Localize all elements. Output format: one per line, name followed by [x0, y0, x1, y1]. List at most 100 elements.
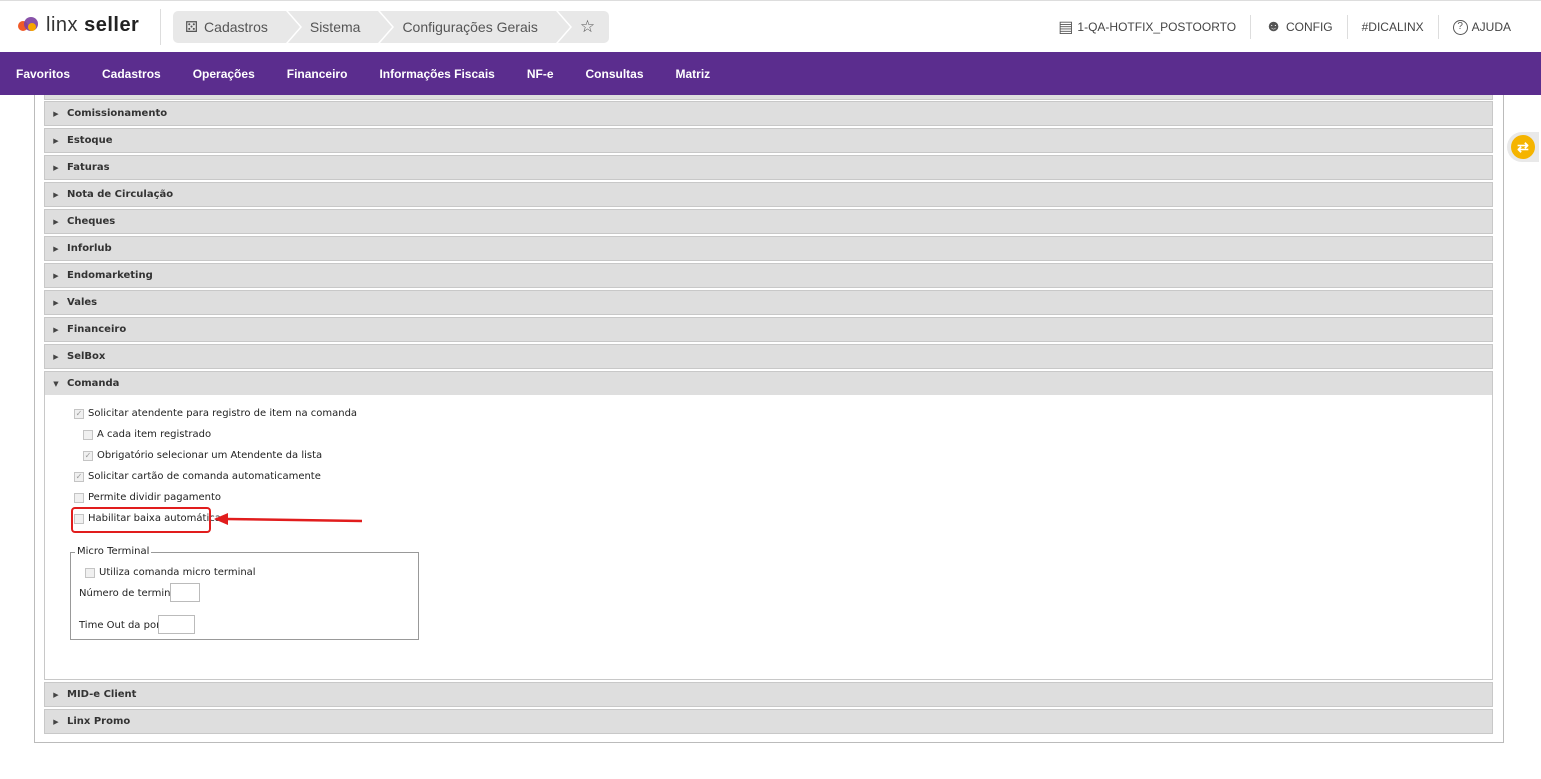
- expand-icon: ▶: [53, 244, 59, 253]
- section-title: SelBox: [67, 351, 106, 362]
- section-comissionamento[interactable]: ▶ Comissionamento: [44, 101, 1493, 126]
- micro-terminal-group: Micro Terminal Utiliza comanda micro ter…: [70, 546, 419, 640]
- brand-name: linx seller: [46, 14, 140, 36]
- help-button[interactable]: ? AJUDA: [1439, 15, 1525, 39]
- expand-icon: ▶: [53, 163, 59, 172]
- section-faturas[interactable]: ▶ Faturas: [44, 155, 1493, 180]
- section-mid-e-client[interactable]: ▶ MID-e Client: [44, 682, 1493, 707]
- section-title: Nota de Circulação: [67, 189, 174, 200]
- annotation-arrow-icon: [214, 513, 363, 525]
- option-label: A cada item registrado: [97, 429, 212, 440]
- section-title: Cheques: [67, 216, 116, 227]
- timeout-label: Time Out da porta: [79, 620, 171, 631]
- option-dividir-pagamento[interactable]: Permite dividir pagamento: [74, 492, 221, 503]
- section-nota-circulacao[interactable]: ▶ Nota de Circulação: [44, 182, 1493, 207]
- config-button[interactable]: ☻ CONFIG: [1251, 15, 1347, 39]
- breadcrumb-label: Cadastros: [204, 19, 268, 35]
- section-comanda[interactable]: ▼ Comanda: [44, 371, 1493, 396]
- expand-icon: ▶: [53, 271, 59, 280]
- option-label: Permite dividir pagamento: [88, 492, 221, 503]
- option-obrigatorio-atendente[interactable]: ✓ Obrigatório selecionar um Atendente da …: [83, 450, 322, 461]
- main-nav: Favoritos Cadastros Operações Financeiro…: [0, 52, 1541, 95]
- checkbox-checked[interactable]: ✓: [74, 471, 84, 482]
- top-bar: linx seller ⚄ Cadastros Sistema Configur…: [0, 0, 1541, 52]
- breadcrumb-label: Sistema: [309, 19, 361, 35]
- nav-cadastros[interactable]: Cadastros: [86, 67, 177, 81]
- terminals-input[interactable]: [170, 583, 200, 602]
- collapse-icon: ▼: [53, 379, 59, 388]
- section-inforlub[interactable]: ▶ Inforlub: [44, 236, 1493, 261]
- section-title: Faturas: [67, 162, 110, 173]
- checkbox-checked[interactable]: ✓: [74, 408, 84, 419]
- sync-button[interactable]: ⇄: [1507, 132, 1539, 162]
- nav-consultas[interactable]: Consultas: [570, 67, 660, 81]
- breadcrumb-configuracoes-gerais[interactable]: Configurações Gerais: [380, 11, 572, 43]
- store-icon: ▤: [1058, 19, 1074, 36]
- divider: [160, 9, 161, 45]
- top-right-menu: ▤ 1-QA-HOTFIX_POSTOORTO ☻ CONFIG #DICALI…: [1044, 15, 1525, 39]
- expand-icon: ▶: [53, 352, 59, 361]
- expand-icon: ▶: [53, 190, 59, 199]
- group-legend: Micro Terminal: [75, 546, 152, 557]
- expand-icon: ▶: [53, 298, 59, 307]
- nav-operacoes[interactable]: Operações: [177, 67, 271, 81]
- section-title: Estoque: [67, 135, 113, 146]
- section-title: Inforlub: [67, 243, 112, 254]
- breadcrumb-cadastros[interactable]: ⚄ Cadastros: [173, 11, 302, 43]
- breadcrumb-label: Configurações Gerais: [402, 19, 538, 35]
- terminals-label: Número de terminais: [79, 588, 185, 599]
- section-endomarketing[interactable]: ▶ Endomarketing: [44, 263, 1493, 288]
- comanda-body: ✓ Solicitar atendente para registro de it…: [44, 395, 1493, 680]
- section-financeiro[interactable]: ▶ Financeiro: [44, 317, 1493, 342]
- nav-matriz[interactable]: Matriz: [660, 67, 727, 81]
- expand-icon: ▶: [53, 325, 59, 334]
- option-utiliza-micro-terminal[interactable]: Utiliza comanda micro terminal: [85, 567, 256, 578]
- nav-financeiro[interactable]: Financeiro: [271, 67, 364, 81]
- expand-icon: ▶: [53, 717, 59, 726]
- dicalinx-label: #DICALINX: [1361, 20, 1424, 34]
- section-title: Financeiro: [67, 324, 127, 335]
- section-title: Endomarketing: [67, 270, 153, 281]
- section-title: Linx Promo: [67, 716, 131, 727]
- brand-logo[interactable]: linx seller: [18, 14, 139, 37]
- section-estoque[interactable]: ▶ Estoque: [44, 128, 1493, 153]
- user-icon: ☻: [1265, 18, 1282, 35]
- linx-logo-icon: [18, 16, 40, 35]
- section-title: Comanda: [67, 378, 120, 389]
- option-label: Solicitar atendente para registro de ite…: [88, 408, 358, 419]
- help-label: AJUDA: [1471, 20, 1511, 34]
- checkbox[interactable]: [83, 429, 93, 440]
- store-selector[interactable]: ▤ 1-QA-HOTFIX_POSTOORTO: [1044, 15, 1250, 39]
- store-label: 1-QA-HOTFIX_POSTOORTO: [1077, 20, 1237, 34]
- checkbox[interactable]: [85, 567, 95, 578]
- nav-nfe[interactable]: NF-e: [511, 67, 570, 81]
- section-selbox[interactable]: ▶ SelBox: [44, 344, 1493, 369]
- section-title: Vales: [67, 297, 98, 308]
- section-title: Comissionamento: [67, 108, 168, 119]
- help-icon: ?: [1452, 19, 1468, 35]
- config-label: CONFIG: [1285, 20, 1333, 34]
- expand-icon: ▶: [53, 217, 59, 226]
- section-cheques[interactable]: ▶ Cheques: [44, 209, 1493, 234]
- option-label: Solicitar cartão de comanda automaticame…: [88, 471, 321, 482]
- option-label: Obrigatório selecionar um Atendente da l…: [97, 450, 323, 461]
- nav-informacoes-fiscais[interactable]: Informações Fiscais: [363, 67, 510, 81]
- option-a-cada-item[interactable]: A cada item registrado: [83, 429, 211, 440]
- collapsed-section-edge: [44, 95, 1493, 100]
- checkbox[interactable]: [74, 492, 84, 503]
- dicalinx-link[interactable]: #DICALINX: [1348, 15, 1438, 39]
- users-icon: ⚄: [185, 19, 199, 36]
- nav-favoritos[interactable]: Favoritos: [0, 67, 86, 81]
- config-panel: ▶ Comissionamento ▶ Estoque ▶ Faturas ▶ Nota…: [34, 95, 1504, 743]
- star-icon: ☆: [579, 17, 596, 36]
- expand-icon: ▶: [53, 690, 59, 699]
- timeout-input[interactable]: [158, 615, 195, 634]
- option-solicitar-atendente[interactable]: ✓ Solicitar atendente para registro de it…: [74, 408, 357, 419]
- section-vales[interactable]: ▶ Vales: [44, 290, 1493, 315]
- expand-icon: ▶: [53, 136, 59, 145]
- checkbox-checked[interactable]: ✓: [83, 450, 93, 461]
- section-linx-promo[interactable]: ▶ Linx Promo: [44, 709, 1493, 734]
- section-title: MID-e Client: [67, 689, 137, 700]
- breadcrumb: ⚄ Cadastros Sistema Configurações Gerais…: [173, 11, 611, 43]
- option-solicitar-cartao[interactable]: ✓ Solicitar cartão de comanda automaticam…: [74, 471, 321, 482]
